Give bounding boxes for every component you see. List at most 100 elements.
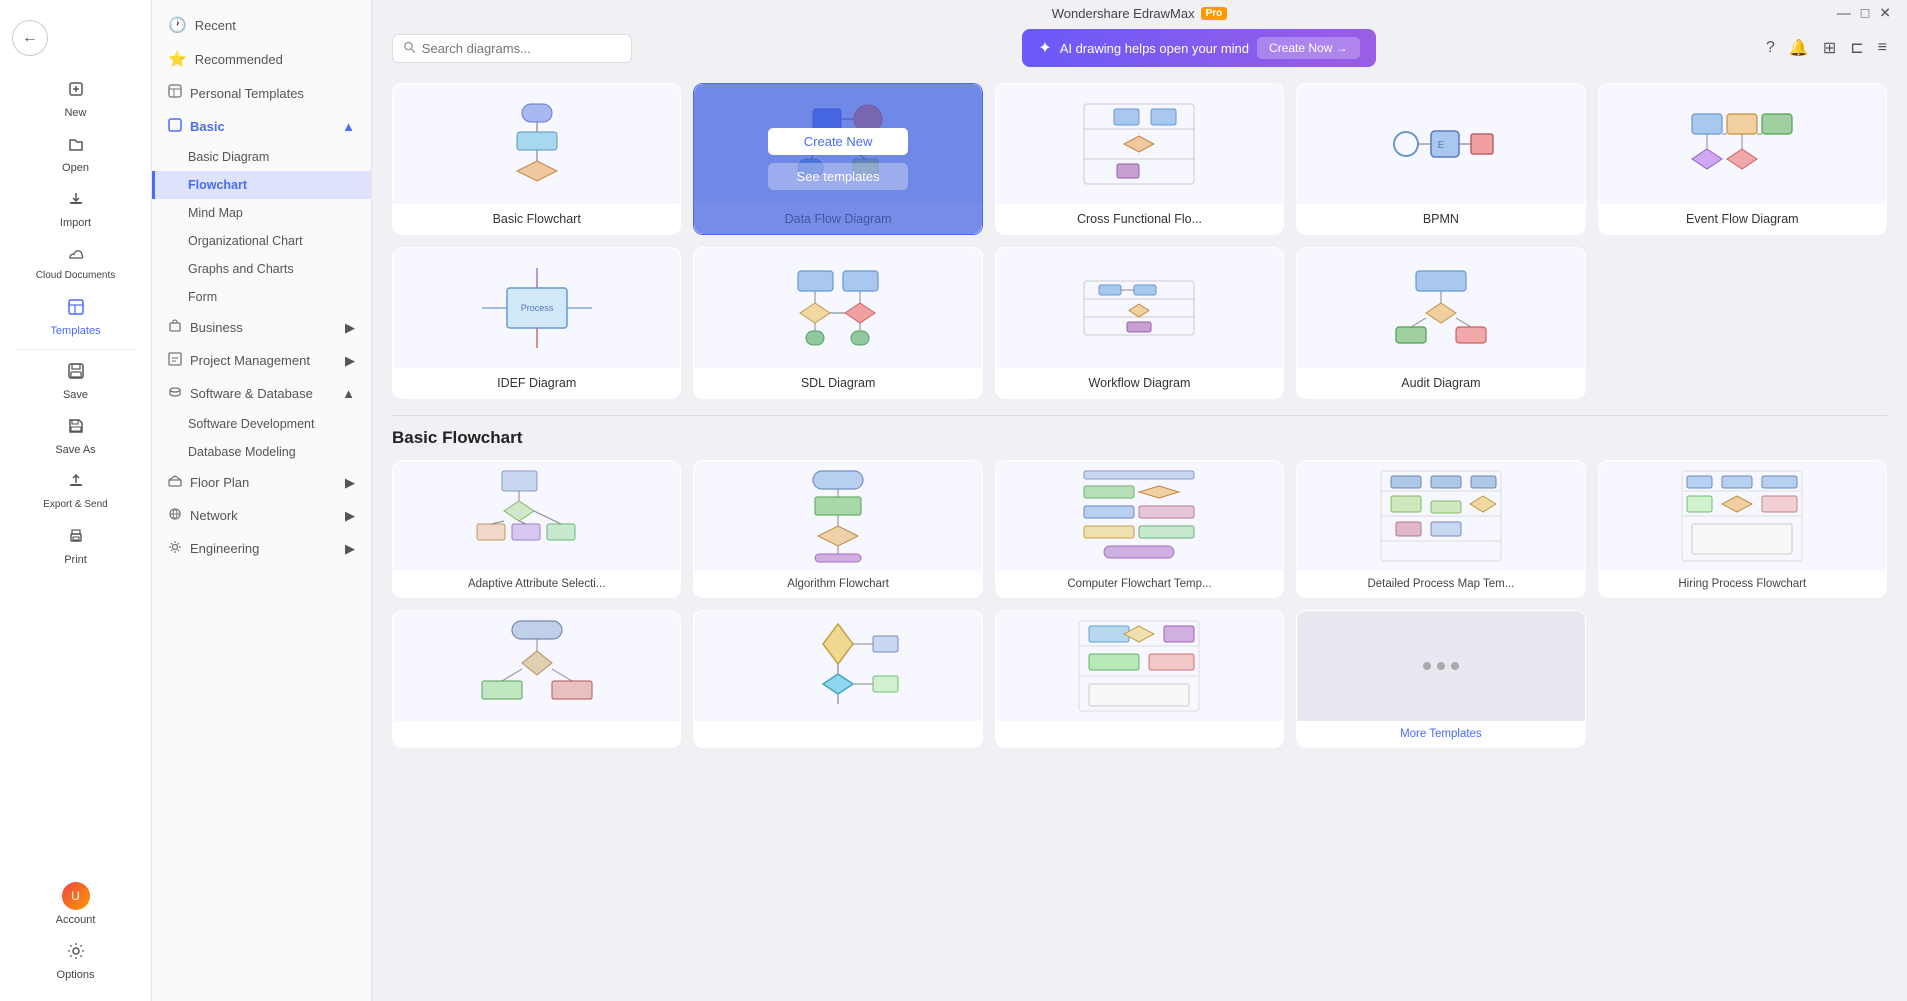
sidebar-category-project[interactable]: Project Management ▶ xyxy=(152,344,371,377)
sidebar-item-templates[interactable]: Templates xyxy=(0,290,151,345)
sidebar-sub-basic-diagram[interactable]: Basic Diagram xyxy=(152,143,371,171)
sidebar-item-save[interactable]: Save xyxy=(0,354,151,409)
diagram-card-audit[interactable]: Audit Diagram Create New See templates xyxy=(1296,247,1585,399)
create-new-btn-ef[interactable]: Create New xyxy=(1672,128,1812,155)
create-new-btn-cf[interactable]: Create New xyxy=(1069,128,1209,155)
sidebar-item-export[interactable]: Export & Send xyxy=(0,464,151,519)
see-templates-btn-basic[interactable]: See templates xyxy=(467,163,607,190)
hiring-thumb xyxy=(1599,461,1886,571)
window-controls: — □ ✕ xyxy=(1837,4,1891,21)
sidebar-category-engineering[interactable]: Engineering ▶ xyxy=(152,532,371,565)
sidebar-category-floor[interactable]: Floor Plan ▶ xyxy=(152,466,371,499)
sidebar-item-open[interactable]: Open xyxy=(0,127,151,182)
see-templates-btn-dfd[interactable]: See templates xyxy=(768,163,908,190)
sidebar-item-import[interactable]: Import xyxy=(0,182,151,237)
see-templates-btn-ef[interactable]: See templates xyxy=(1672,163,1812,190)
grid-icon[interactable]: ⊞ xyxy=(1823,38,1836,58)
template-card-adaptive[interactable]: Adaptive Attribute Selecti... xyxy=(392,460,681,598)
sidebar-item-options[interactable]: Options xyxy=(0,934,151,989)
template-card-hiring[interactable]: Hiring Process Flowchart xyxy=(1598,460,1887,598)
diagram-card-cross-functional[interactable]: Cross Functional Flo... Create New See t… xyxy=(995,83,1284,235)
see-templates-btn-idef[interactable]: See templates xyxy=(467,327,607,354)
create-new-btn-sdl[interactable]: Create New xyxy=(768,292,908,319)
t7-thumb xyxy=(694,611,981,721)
sidebar-category-basic[interactable]: Basic ▲ xyxy=(152,110,371,143)
cloud-icon xyxy=(66,245,86,266)
sidebar-category-business[interactable]: Business ▶ xyxy=(152,311,371,344)
t6-label xyxy=(393,721,680,735)
sidebar-personal-templates[interactable]: Personal Templates xyxy=(152,76,371,110)
diagram-card-basic-flowchart[interactable]: Basic Flowchart Create New See templates xyxy=(392,83,681,235)
recommended-label: Recommended xyxy=(195,52,283,67)
sidebar-sub-software-dev[interactable]: Software Development xyxy=(152,410,371,438)
options-label: Options xyxy=(57,969,95,981)
see-templates-btn-cf[interactable]: See templates xyxy=(1069,163,1209,190)
computer-label: Computer Flowchart Temp... xyxy=(996,571,1283,597)
diagram-card-data-flow[interactable]: Data Flow Diagram Create New See templat… xyxy=(693,83,982,235)
business-label: Business xyxy=(190,320,243,335)
sidebar-recent[interactable]: 🕐 Recent xyxy=(152,8,371,42)
diagram-card-workflow[interactable]: Workflow Diagram Create New See template… xyxy=(995,247,1284,399)
sidebar-sub-graphs-charts[interactable]: Graphs and Charts xyxy=(152,255,371,283)
diagram-card-bpmn[interactable]: E BPMN Create New See templates xyxy=(1296,83,1585,235)
template-card-t7[interactable] xyxy=(693,610,982,748)
sidebar-category-network[interactable]: Network ▶ xyxy=(152,499,371,532)
create-new-btn-wf[interactable]: Create New xyxy=(1069,292,1209,319)
see-templates-btn-audit[interactable]: See templates xyxy=(1371,327,1511,354)
sidebar-sub-mind-map[interactable]: Mind Map xyxy=(152,199,371,227)
diagram-card-sdl[interactable]: SDL Diagram Create New See templates xyxy=(693,247,982,399)
maximize-button[interactable]: □ xyxy=(1861,4,1869,21)
share-icon[interactable]: ⊏ xyxy=(1850,38,1863,58)
sidebar-sub-database-modeling[interactable]: Database Modeling xyxy=(152,438,371,466)
template-card-algorithm[interactable]: Algorithm Flowchart xyxy=(693,460,982,598)
sidebar-item-cloud[interactable]: Cloud Documents xyxy=(0,237,151,290)
network-icon xyxy=(168,507,182,524)
minimize-button[interactable]: — xyxy=(1837,4,1851,21)
more-thumb xyxy=(1297,611,1584,721)
create-new-btn-dfd[interactable]: Create New xyxy=(768,128,908,155)
see-templates-btn-bpmn[interactable]: See templates xyxy=(1371,163,1511,190)
floor-chevron: ▶ xyxy=(345,475,355,491)
create-new-btn-basic[interactable]: Create New xyxy=(467,128,607,155)
sidebar-item-new[interactable]: New xyxy=(0,72,151,127)
new-label: New xyxy=(64,107,86,119)
diagram-card-idef[interactable]: Process IDEF Diagram Create New See temp… xyxy=(392,247,681,399)
settings-icon[interactable]: ≡ xyxy=(1878,39,1887,57)
project-chevron: ▶ xyxy=(345,353,355,369)
project-label: Project Management xyxy=(190,353,310,368)
diagram-card-event-flow[interactable]: Event Flow Diagram Create New See templa… xyxy=(1598,83,1887,235)
create-new-btn-idef[interactable]: Create New xyxy=(467,292,607,319)
sidebar-item-account[interactable]: U Account xyxy=(0,874,151,934)
more-dots xyxy=(1423,662,1459,670)
project-icon xyxy=(168,352,182,369)
search-bar[interactable] xyxy=(392,34,632,63)
see-templates-btn-wf[interactable]: See templates xyxy=(1069,327,1209,354)
sidebar-category-software[interactable]: Software & Database ▲ xyxy=(152,377,371,410)
see-templates-btn-sdl[interactable]: See templates xyxy=(768,327,908,354)
sidebar-recommended[interactable]: ⭐ Recommended xyxy=(152,42,371,76)
sidebar-sub-flowchart[interactable]: Flowchart xyxy=(152,171,371,199)
template-card-computer[interactable]: Computer Flowchart Temp... xyxy=(995,460,1284,598)
saveas-label: Save As xyxy=(55,444,95,456)
ai-icon: ✦ xyxy=(1038,38,1051,58)
ai-banner-text: AI drawing helps open your mind xyxy=(1060,41,1249,56)
template-card-detailed[interactable]: Detailed Process Map Tem... xyxy=(1296,460,1585,598)
sidebar-item-saveas[interactable]: Save As xyxy=(0,409,151,464)
notification-icon[interactable]: 🔔 xyxy=(1789,38,1809,58)
sidebar-sub-org-chart[interactable]: Organizational Chart xyxy=(152,227,371,255)
help-icon[interactable]: ? xyxy=(1766,39,1775,57)
template-card-t8[interactable] xyxy=(995,610,1284,748)
close-button[interactable]: ✕ xyxy=(1879,4,1891,21)
section-title: Basic Flowchart xyxy=(392,428,1887,448)
template-card-more[interactable]: More Templates xyxy=(1296,610,1585,748)
sidebar-item-print[interactable]: Print xyxy=(0,519,151,574)
create-new-btn-bpmn[interactable]: Create New xyxy=(1371,128,1511,155)
create-now-button[interactable]: Create Now → xyxy=(1257,37,1360,59)
search-input[interactable] xyxy=(422,41,621,56)
content-area: Basic Flowchart Create New See templates xyxy=(372,71,1907,1001)
export-label: Export & Send xyxy=(43,499,107,511)
template-card-t6[interactable] xyxy=(392,610,681,748)
sidebar-sub-form[interactable]: Form xyxy=(152,283,371,311)
back-button[interactable]: ← xyxy=(12,20,48,56)
create-new-btn-audit[interactable]: Create New xyxy=(1371,292,1511,319)
